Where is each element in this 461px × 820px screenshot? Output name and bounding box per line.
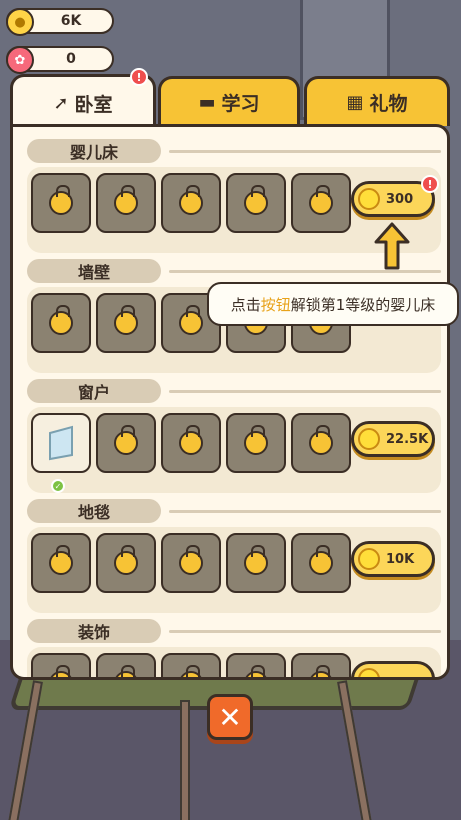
- tab-label: 学习: [221, 93, 260, 115]
- tooltip-highlight: 按钮: [260, 295, 291, 314]
- lock-icon: [244, 425, 268, 455]
- divider: [169, 510, 441, 513]
- rug-item-4[interactable]: [226, 533, 286, 593]
- tutorial-tooltip: 点击 按钮 解锁第1等级的婴儿床: [207, 282, 459, 326]
- crib-item-3[interactable]: [161, 173, 221, 233]
- close-icon: ✕: [218, 700, 242, 734]
- decor-item-3[interactable]: [161, 653, 221, 677]
- tab-study[interactable]: ▬ 学习: [158, 76, 300, 126]
- close-button[interactable]: ✕: [207, 694, 253, 740]
- window-item-3[interactable]: [161, 413, 221, 473]
- table-leg: [180, 700, 190, 820]
- tooltip-prefix: 点击: [230, 295, 261, 314]
- lock-icon: [244, 665, 268, 677]
- tab-gift[interactable]: ▦ 礼物: [304, 76, 450, 126]
- alert-badge: !: [130, 68, 148, 86]
- decor-item-5[interactable]: [291, 653, 351, 677]
- tooltip-suffix: 解锁第1等级的婴儿床: [290, 295, 436, 314]
- wall-item-1[interactable]: [31, 293, 91, 353]
- section-crib: 婴儿床 300 !: [27, 139, 441, 253]
- coin-icon: [358, 548, 380, 570]
- lock-icon: [179, 305, 203, 335]
- flower-icon: ✿: [6, 46, 34, 74]
- lock-icon: [49, 665, 73, 677]
- divider: [169, 150, 441, 153]
- wall-item-2[interactable]: [96, 293, 156, 353]
- price-value: 10K: [386, 551, 415, 567]
- desk-icon: ▬: [198, 92, 216, 113]
- section-title: 窗户: [27, 379, 161, 403]
- lock-icon: [49, 545, 73, 575]
- lock-icon: [244, 185, 268, 215]
- lock-icon: [114, 305, 138, 335]
- window-icon: [49, 425, 73, 461]
- lock-icon: [309, 425, 333, 455]
- arrow-up-icon: [374, 222, 410, 270]
- lock-icon: [179, 665, 203, 677]
- coin-icon: [358, 428, 380, 450]
- section-rug: 地毯 10K: [27, 499, 441, 613]
- lock-icon: [309, 665, 333, 677]
- crib-item-5[interactable]: [291, 173, 351, 233]
- rug-item-5[interactable]: [291, 533, 351, 593]
- section-title: 地毯: [27, 499, 161, 523]
- rug-item-3[interactable]: [161, 533, 221, 593]
- section-title: 婴儿床: [27, 139, 161, 163]
- lock-icon: [114, 545, 138, 575]
- rug-item-1[interactable]: [31, 533, 91, 593]
- window-item-4[interactable]: [226, 413, 286, 473]
- tab-label: 卧室: [74, 94, 113, 116]
- window-item-5[interactable]: [291, 413, 351, 473]
- decor-item-1[interactable]: [31, 653, 91, 677]
- coin-icon: [358, 188, 380, 210]
- unlock-price-button[interactable]: 22.5K: [351, 421, 435, 457]
- window-item-1[interactable]: [31, 413, 91, 473]
- divider: [169, 630, 441, 633]
- check-icon: ✓: [51, 479, 65, 493]
- lock-icon: [244, 545, 268, 575]
- section-decor: 装饰: [27, 619, 441, 677]
- price-value: 22.5K: [386, 431, 429, 447]
- unlock-price-button[interactable]: [351, 661, 435, 677]
- section-window: 窗户 ✓ 22.5K: [27, 379, 441, 493]
- coin-counter: ● 6K: [6, 8, 114, 36]
- rug-item-2[interactable]: [96, 533, 156, 593]
- divider: [169, 270, 441, 273]
- decor-item-2[interactable]: [96, 653, 156, 677]
- lock-icon: [49, 305, 73, 335]
- section-body: 10K: [27, 527, 441, 613]
- divider: [169, 390, 441, 393]
- alert-badge: !: [421, 175, 439, 193]
- crib-item-2[interactable]: [96, 173, 156, 233]
- decor-item-4[interactable]: [226, 653, 286, 677]
- crib-item-1[interactable]: [31, 173, 91, 233]
- shop-panel: 婴儿床 300 ! 墙壁 窗户 ✓ 22.5K 地毯 10K 装饰: [10, 124, 450, 680]
- lock-icon: [114, 185, 138, 215]
- lock-icon: [309, 545, 333, 575]
- hammer-icon: ➚: [53, 93, 69, 114]
- flower-counter: ✿ 0: [6, 46, 114, 74]
- lock-icon: [179, 425, 203, 455]
- section-body: ✓ 22.5K: [27, 407, 441, 493]
- coin-icon: [358, 668, 380, 677]
- section-title: 装饰: [27, 619, 161, 643]
- window-item-2[interactable]: [96, 413, 156, 473]
- crib-item-4[interactable]: [226, 173, 286, 233]
- lock-icon: [114, 665, 138, 677]
- section-title: 墙壁: [27, 259, 161, 283]
- lock-icon: [114, 425, 138, 455]
- price-value: 300: [386, 191, 414, 207]
- lock-icon: [179, 545, 203, 575]
- lock-icon: [49, 185, 73, 215]
- lock-icon: [179, 185, 203, 215]
- coin-icon: ●: [6, 8, 34, 36]
- gift-icon: ▦: [346, 92, 364, 113]
- section-body: [27, 647, 441, 677]
- tab-label: 礼物: [369, 93, 408, 115]
- unlock-price-button[interactable]: 10K: [351, 541, 435, 577]
- lock-icon: [309, 185, 333, 215]
